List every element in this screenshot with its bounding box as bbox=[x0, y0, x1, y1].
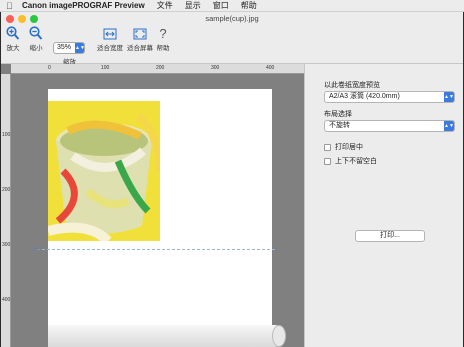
title-bar: sample(cup).jpg bbox=[1, 12, 463, 26]
scissors-icon: ✂ bbox=[33, 244, 41, 254]
toolbar: 放大 缩小 35% ▲▼ 缩放 适合宽度 适合屏幕 ? 帮助 bbox=[1, 26, 463, 66]
zoom-out-label: 缩小 bbox=[29, 45, 43, 52]
ruler-tick: 100 bbox=[101, 65, 110, 71]
zoom-in-icon bbox=[6, 26, 20, 40]
minimize-button[interactable] bbox=[18, 15, 26, 23]
zoom-out-button[interactable]: 缩小 bbox=[27, 26, 45, 64]
print-button[interactable]: 打印... bbox=[355, 230, 425, 242]
checkbox-box[interactable] bbox=[324, 157, 331, 165]
menu-help[interactable]: 帮助 bbox=[241, 0, 257, 11]
print-center-checkbox[interactable]: 打印居中 bbox=[324, 142, 363, 152]
ruler-tick: 300 bbox=[2, 242, 11, 248]
menu-window[interactable]: 窗口 bbox=[213, 0, 229, 11]
fit-screen-icon bbox=[133, 28, 147, 40]
fit-screen-button[interactable]: 适合屏幕 bbox=[126, 26, 154, 64]
photo-cup-tape-measure bbox=[48, 101, 160, 241]
zoom-select[interactable]: 35% ▲▼ bbox=[53, 42, 85, 54]
help-label: 帮助 bbox=[156, 45, 170, 52]
ruler-tick: 0 bbox=[48, 65, 51, 71]
roll-width-select[interactable]: A2/A3 滚筒 (420.0mm) ▲▼ bbox=[324, 91, 455, 103]
zoom-window-button[interactable] bbox=[30, 15, 38, 23]
help-icon: ? bbox=[159, 26, 167, 41]
zoom-value: 35% bbox=[57, 44, 72, 51]
vertical-ruler: 100 200 300 400 bbox=[1, 74, 11, 347]
menu-view[interactable]: 显示 bbox=[185, 0, 201, 11]
ruler-tick: 300 bbox=[211, 65, 220, 71]
chevron-updown-icon: ▲▼ bbox=[75, 43, 85, 53]
preview-width-label: 以此卷纸宽度预览 bbox=[324, 82, 380, 89]
close-button[interactable] bbox=[6, 15, 14, 23]
preview-window: sample(cup).jpg 放大 缩小 35% ▲▼ 缩放 适合宽度 适合屏… bbox=[1, 12, 463, 347]
ruler-tick: 200 bbox=[156, 65, 165, 71]
window-title: sample(cup).jpg bbox=[205, 14, 259, 23]
menu-bar:  Canon imagePROGRAF Preview 文件 显示 窗口 帮助 bbox=[0, 0, 464, 12]
paper-page bbox=[48, 89, 272, 325]
ruler-tick: 400 bbox=[2, 297, 11, 303]
roll-width-value: A2/A3 滚筒 (420.0mm) bbox=[329, 93, 400, 100]
fit-screen-label: 适合屏幕 bbox=[127, 45, 153, 52]
chevron-updown-icon: ▲▼ bbox=[444, 92, 454, 102]
no-margin-label: 上下不留空白 bbox=[335, 158, 377, 165]
checkbox-box[interactable] bbox=[324, 143, 331, 151]
apple-icon[interactable]:  bbox=[6, 1, 22, 11]
ruler-tick: 100 bbox=[2, 132, 11, 138]
paper-roll-end bbox=[272, 325, 286, 347]
zoom-in-button[interactable]: 放大 bbox=[5, 26, 21, 64]
fit-width-label: 适合宽度 bbox=[97, 45, 123, 52]
layout-select[interactable]: 不旋转 ▲▼ bbox=[324, 120, 455, 132]
zoom-in-label: 放大 bbox=[6, 45, 20, 52]
cut-line bbox=[37, 249, 275, 250]
help-button[interactable]: ? 帮助 bbox=[155, 26, 171, 64]
settings-panel: 以此卷纸宽度预览 A2/A3 滚筒 (420.0mm) ▲▼ 布局选择 不旋转 … bbox=[304, 64, 463, 347]
menu-file[interactable]: 文件 bbox=[157, 0, 173, 11]
ruler-tick: 200 bbox=[2, 187, 11, 193]
paper-roll bbox=[48, 325, 286, 347]
layout-value: 不旋转 bbox=[329, 122, 350, 129]
no-margin-checkbox[interactable]: 上下不留空白 bbox=[324, 156, 377, 166]
fit-width-icon bbox=[103, 28, 117, 40]
chevron-updown-icon: ▲▼ bbox=[444, 121, 454, 131]
layout-label: 布局选择 bbox=[324, 111, 352, 118]
ruler-tick: 400 bbox=[266, 65, 275, 71]
fit-width-button[interactable]: 适合宽度 bbox=[96, 26, 124, 64]
print-center-label: 打印居中 bbox=[335, 144, 363, 151]
zoom-out-icon bbox=[29, 26, 43, 40]
preview-canvas[interactable]: 0 100 200 300 400 100 200 300 400 ✂ bbox=[1, 64, 304, 347]
horizontal-ruler: 0 100 200 300 400 bbox=[11, 64, 304, 74]
menu-app-name[interactable]: Canon imagePROGRAF Preview bbox=[22, 1, 145, 10]
